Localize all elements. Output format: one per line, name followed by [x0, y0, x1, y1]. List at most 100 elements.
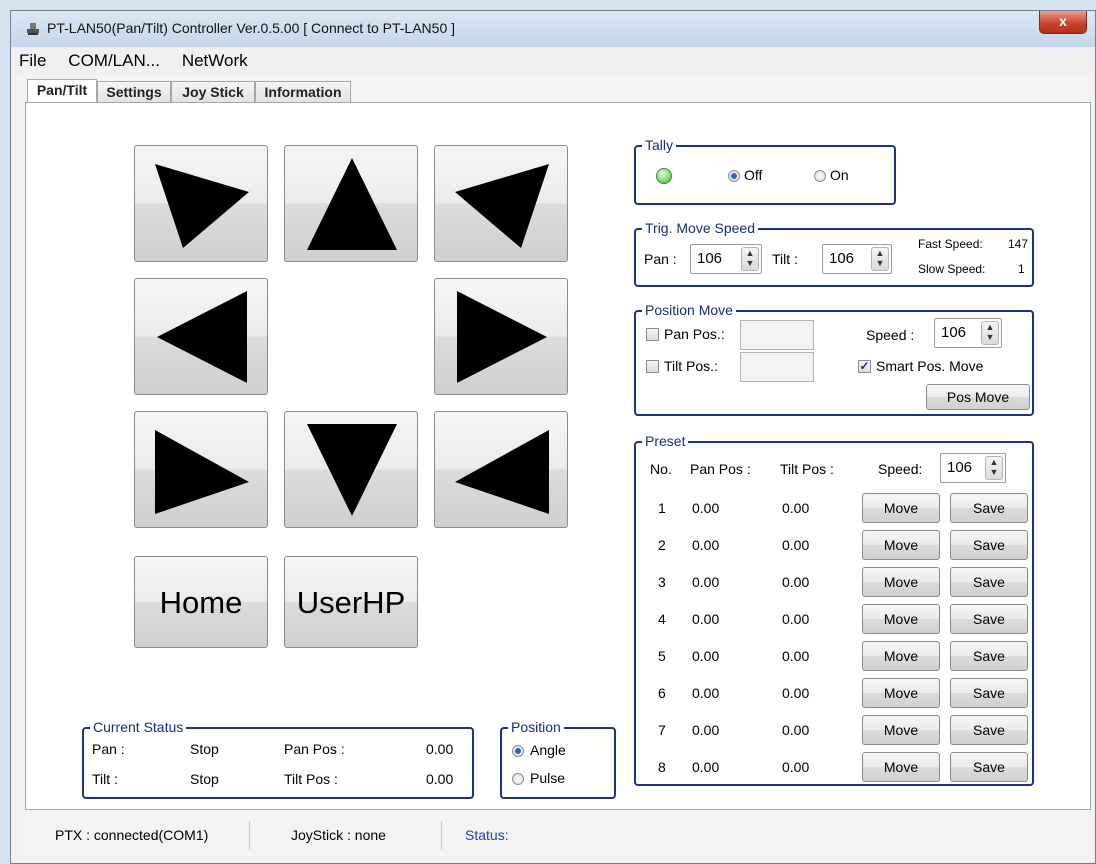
trig-pan-label: Pan : — [644, 251, 677, 267]
preset-group: Preset No. Pan Pos : Tilt Pos : Speed: 1… — [634, 432, 1034, 786]
tally-off-radio[interactable] — [728, 170, 740, 182]
menu-network[interactable]: NetWork — [180, 51, 250, 71]
fast-speed-value: 147 — [1008, 237, 1029, 251]
userhp-button-label: UserHP — [296, 585, 406, 620]
spinner-arrows-icon[interactable]: ▲ ▼ — [871, 247, 889, 271]
position-angle-radio[interactable] — [512, 745, 524, 757]
status-pan-pos-value: 0.00 — [426, 741, 454, 757]
preset-save-button[interactable]: Save — [950, 567, 1028, 597]
title-bar: PT-LAN50(Pan/Tilt) Controller Ver.0.5.00… — [11, 11, 1095, 47]
window-title: PT-LAN50(Pan/Tilt) Controller Ver.0.5.00… — [47, 20, 456, 36]
position-title: Position — [508, 718, 564, 736]
pos-speed-spinner[interactable]: 106 ▲ ▼ — [934, 318, 1002, 348]
move-right-button[interactable] — [434, 278, 568, 395]
pan-pos-checkbox[interactable] — [646, 328, 659, 341]
home-button[interactable]: Home — [134, 556, 268, 648]
tally-group: Tally Off On — [634, 136, 896, 205]
move-down-button[interactable] — [284, 411, 418, 528]
trig-move-speed-group: Trig. Move Speed Pan : 106 ▲ ▼ Tilt : 106… — [634, 219, 1034, 287]
spinner-arrows-icon[interactable]: ▲ ▼ — [985, 456, 1003, 480]
application-window: PT-LAN50(Pan/Tilt) Controller Ver.0.5.00… — [10, 10, 1096, 864]
preset-save-button[interactable]: Save — [950, 530, 1028, 560]
pan-pos-label: Pan Pos.: — [664, 326, 725, 342]
preset-row-pan: 0.00 — [692, 722, 720, 738]
preset-row-pan: 0.00 — [692, 574, 720, 590]
move-down-left-button[interactable] — [134, 411, 268, 528]
smart-pos-move-checkbox[interactable]: ✓ — [858, 360, 871, 373]
preset-row-tilt: 0.00 — [782, 537, 810, 553]
trig-pan-speed-spinner[interactable]: 106 ▲ ▼ — [690, 244, 762, 274]
joystick-status: JoyStick : none — [291, 827, 386, 843]
userhp-button[interactable]: UserHP — [284, 556, 418, 648]
preset-header-tilt: Tilt Pos : — [780, 461, 834, 477]
preset-row-tilt: 0.00 — [782, 722, 810, 738]
preset-header-pan: Pan Pos : — [690, 461, 751, 477]
spinner-arrows-icon[interactable]: ▲ ▼ — [981, 321, 999, 345]
ptx-status: PTX : connected(COM1) — [55, 827, 209, 843]
trig-tilt-speed-spinner[interactable]: 106 ▲ ▼ — [822, 244, 892, 274]
preset-move-button[interactable]: Move — [862, 641, 940, 671]
preset-move-button[interactable]: Move — [862, 678, 940, 708]
menu-com-lan[interactable]: COM/LAN... — [66, 51, 162, 71]
tilt-pos-checkbox[interactable] — [646, 360, 659, 373]
status-tilt-pos-value: 0.00 — [426, 771, 454, 787]
preset-move-button[interactable]: Move — [862, 604, 940, 634]
preset-move-button[interactable]: Move — [862, 715, 940, 745]
preset-header-speed: Speed: — [878, 461, 923, 477]
pos-move-button[interactable]: Pos Move — [926, 384, 1030, 410]
pan-pos-input[interactable] — [740, 320, 814, 350]
position-angle-label: Angle — [530, 742, 566, 758]
preset-save-button[interactable]: Save — [950, 493, 1028, 523]
move-up-right-button[interactable] — [434, 145, 568, 262]
position-pulse-radio[interactable] — [512, 773, 524, 785]
preset-save-button[interactable]: Save — [950, 715, 1028, 745]
preset-row-tilt: 0.00 — [782, 685, 810, 701]
tally-led-icon — [656, 168, 672, 184]
menu-bar: File COM/LAN... NetWork — [17, 51, 264, 75]
preset-move-button[interactable]: Move — [862, 530, 940, 560]
move-left-button[interactable] — [134, 278, 268, 395]
arrow-left-icon — [157, 291, 247, 383]
preset-save-button[interactable]: Save — [950, 604, 1028, 634]
preset-speed-value: 106 — [947, 459, 973, 476]
arrow-right-icon — [457, 291, 547, 383]
move-up-left-button[interactable] — [134, 145, 268, 262]
preset-row-tilt: 0.00 — [782, 500, 810, 516]
tally-title: Tally — [642, 136, 677, 154]
tab-joy-stick[interactable]: Joy Stick — [171, 81, 255, 103]
preset-row-tilt: 0.00 — [782, 611, 810, 627]
tilt-pos-label: Tilt Pos.: — [664, 358, 718, 374]
trig-move-speed-title: Trig. Move Speed — [642, 219, 758, 237]
preset-speed-spinner[interactable]: 106 ▲ ▼ — [940, 453, 1006, 483]
close-button[interactable]: x — [1039, 11, 1087, 34]
preset-row-no: 4 — [658, 611, 666, 627]
position-move-group: Position Move Pan Pos.: Tilt Pos.: Speed… — [634, 301, 1034, 416]
status-separator — [441, 821, 442, 849]
preset-row-no: 5 — [658, 648, 666, 664]
move-down-right-button[interactable] — [434, 411, 568, 528]
tab-settings[interactable]: Settings — [97, 81, 171, 103]
preset-move-button[interactable]: Move — [862, 493, 940, 523]
preset-move-button[interactable]: Move — [862, 752, 940, 782]
preset-header-no: No. — [650, 461, 672, 477]
trig-pan-speed-value: 106 — [697, 250, 723, 267]
preset-save-button[interactable]: Save — [950, 678, 1028, 708]
preset-row-pan: 0.00 — [692, 759, 720, 775]
tab-information[interactable]: Information — [255, 81, 351, 103]
preset-save-button[interactable]: Save — [950, 641, 1028, 671]
move-up-button[interactable] — [284, 145, 418, 262]
arrow-down-right-icon — [455, 430, 549, 514]
status-pan-pos-label: Pan Pos : — [284, 741, 345, 757]
current-status-title: Current Status — [90, 718, 187, 736]
tilt-pos-input[interactable] — [740, 352, 814, 382]
spinner-arrows-icon[interactable]: ▲ ▼ — [741, 247, 759, 271]
preset-row-pan: 0.00 — [692, 500, 720, 516]
position-group: Position Angle Pulse — [500, 718, 616, 799]
preset-save-button[interactable]: Save — [950, 752, 1028, 782]
position-pulse-label: Pulse — [530, 770, 566, 786]
menu-file[interactable]: File — [17, 51, 48, 71]
trig-tilt-speed-value: 106 — [829, 250, 855, 267]
tally-on-radio[interactable] — [814, 170, 826, 182]
fast-speed-label: Fast Speed: — [918, 237, 983, 251]
preset-move-button[interactable]: Move — [862, 567, 940, 597]
